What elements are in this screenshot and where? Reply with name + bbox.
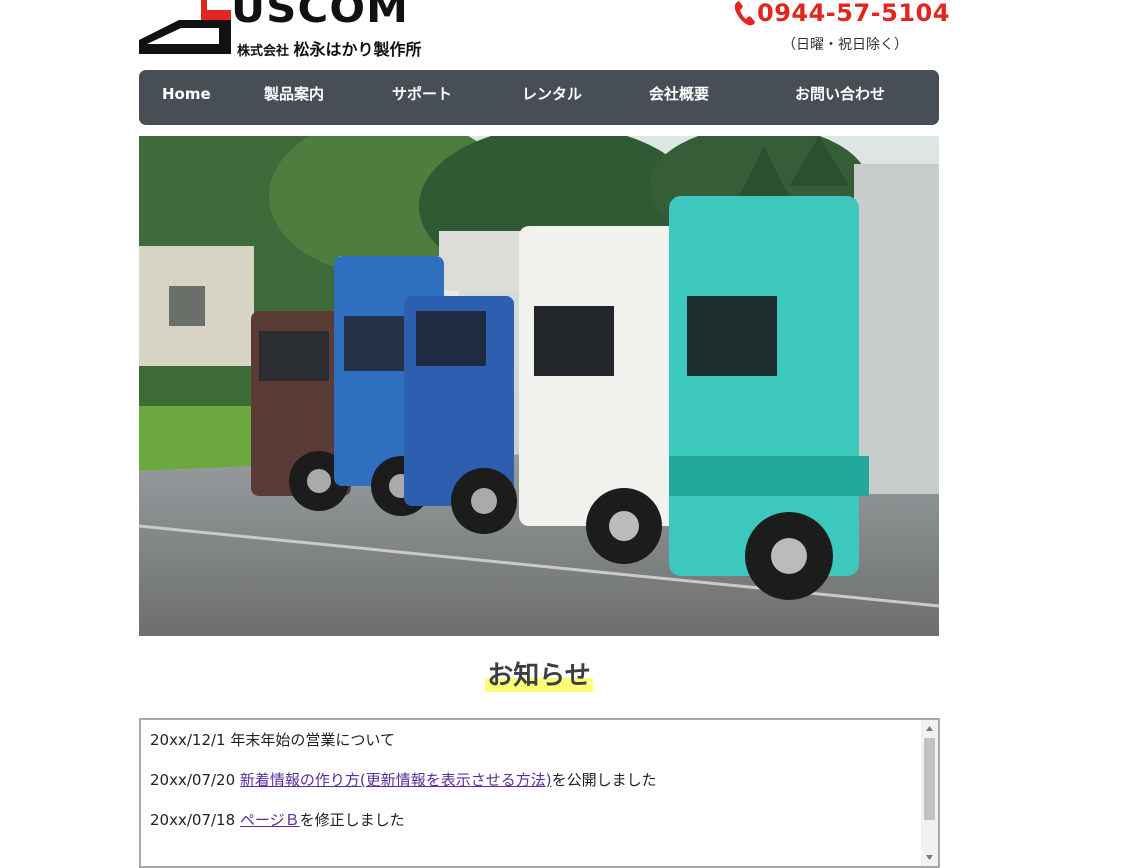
news-date: 20xx/12/1 [150, 731, 226, 749]
company-name-main: 松永はかり製作所 [293, 40, 422, 59]
news-list: 20xx/12/1 年末年始の営業について 20xx/07/20 新着情報の作り… [150, 730, 918, 850]
logo-wordmark: USCOM [231, 0, 409, 32]
phone-icon [734, 1, 755, 26]
site-logo[interactable]: USCOM 株式会社 松永はかり製作所 [139, 0, 439, 60]
news-text: 年末年始の営業について [230, 731, 395, 749]
nav-item-products[interactable]: 製品案内 [264, 70, 324, 125]
nav-item-contact[interactable]: お問い合わせ [795, 70, 885, 125]
company-name: 株式会社 松永はかり製作所 [237, 36, 422, 60]
news-date: 20xx/07/18 [150, 811, 236, 829]
news-date: 20xx/07/20 [150, 771, 236, 789]
news-heading-wrap: お知らせ [0, 655, 1078, 692]
news-item: 20xx/12/1 年末年始の営業について [150, 730, 918, 750]
news-link[interactable]: ページＢ [240, 811, 300, 829]
nav-item-company[interactable]: 会社概要 [649, 70, 709, 125]
logo-mark [139, 0, 231, 54]
nav-item-home[interactable]: Home [162, 70, 211, 125]
news-item: 20xx/07/18 ページＢを修正しました [150, 810, 918, 830]
news-suffix: を公開しました [551, 771, 657, 789]
news-suffix: を修正しました [299, 811, 405, 829]
news-item: 20xx/07/20 新着情報の作り方(更新情報を表示させる方法)を公開しました [150, 770, 918, 790]
news-link[interactable]: 新着情報の作り方(更新情報を表示させる方法) [240, 771, 552, 789]
parked-trucks-illustration [139, 136, 939, 636]
phone-hours-note: （日曜・祝日除く） [782, 37, 908, 53]
scroll-thumb[interactable] [924, 738, 935, 820]
main-navigation: Home 製品案内 サポート レンタル 会社概要 お問い合わせ [139, 70, 939, 125]
hero-image [139, 136, 939, 636]
nav-item-support[interactable]: サポート [392, 70, 452, 125]
nav-item-rental[interactable]: レンタル [522, 70, 582, 125]
news-scrollbar[interactable] [921, 720, 938, 866]
news-heading: お知らせ [485, 655, 593, 692]
scroll-up-arrow-icon[interactable] [921, 720, 938, 737]
company-prefix: 株式会社 [237, 44, 290, 59]
news-scroll-box[interactable]: 20xx/12/1 年末年始の営業について 20xx/07/20 新着情報の作り… [139, 718, 940, 868]
scroll-down-arrow-icon[interactable] [921, 849, 938, 866]
phone-number[interactable]: 0944-57-5104 [757, 0, 950, 27]
phone-contact[interactable]: 0944-57-5104 [733, 0, 950, 28]
